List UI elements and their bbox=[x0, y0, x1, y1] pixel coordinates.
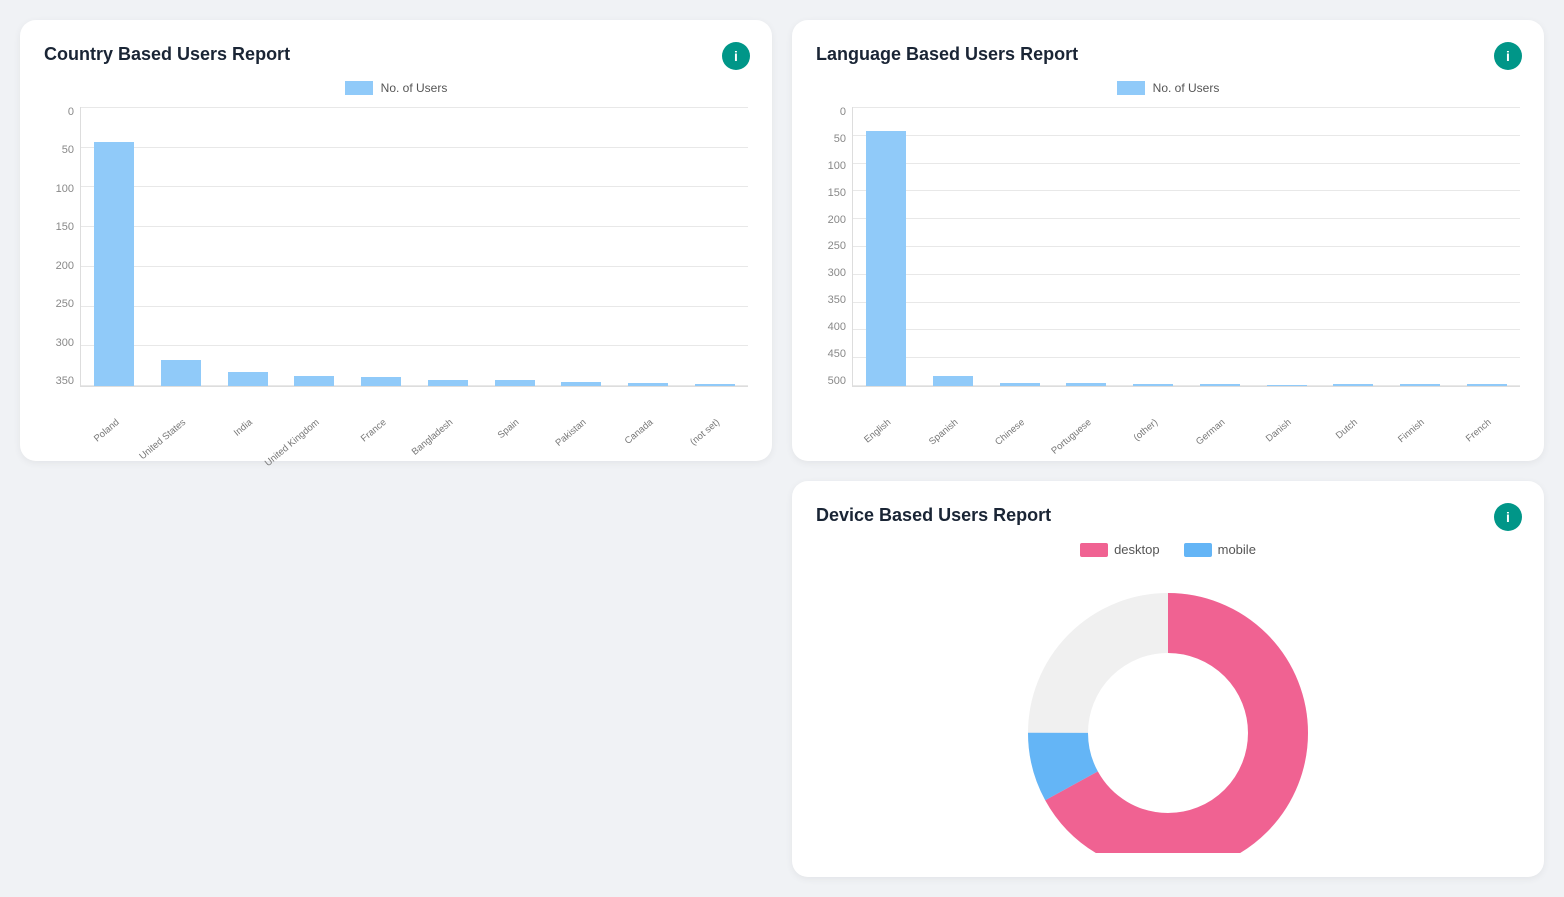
bar bbox=[161, 360, 201, 386]
bar-group: France bbox=[348, 107, 415, 386]
legend-item-mobile: mobile bbox=[1184, 542, 1256, 557]
y-axis-label: 100 bbox=[816, 161, 846, 172]
bar-group: Poland bbox=[81, 107, 148, 386]
country-legend-label: No. of Users bbox=[381, 81, 448, 95]
language-legend-label: No. of Users bbox=[1153, 81, 1220, 95]
mobile-legend-label: mobile bbox=[1218, 542, 1256, 557]
bar bbox=[495, 380, 535, 386]
country-chart-title: Country Based Users Report bbox=[44, 44, 748, 65]
legend-item-desktop: desktop bbox=[1080, 542, 1160, 557]
language-chart-area: No. of Users 500450400350300250200150100… bbox=[816, 81, 1520, 437]
country-info-icon[interactable]: i bbox=[722, 42, 750, 70]
bar-group: Spain bbox=[481, 107, 548, 386]
device-chart-title: Device Based Users Report bbox=[816, 505, 1520, 526]
language-info-icon[interactable]: i bbox=[1494, 42, 1522, 70]
y-axis-label: 250 bbox=[44, 299, 74, 310]
bar bbox=[1066, 383, 1106, 386]
y-axis-label: 150 bbox=[816, 188, 846, 199]
y-axis-label: 250 bbox=[816, 241, 846, 252]
bar bbox=[1467, 384, 1507, 386]
language-legend: No. of Users bbox=[816, 81, 1520, 95]
y-axis-label: 350 bbox=[44, 376, 74, 387]
bar-group: Danish bbox=[1253, 107, 1320, 386]
y-axis-label: 200 bbox=[44, 261, 74, 272]
bar bbox=[561, 382, 601, 386]
bar-group: Pakistan bbox=[548, 107, 615, 386]
desktop-legend-dot bbox=[1080, 543, 1108, 557]
country-bars-container: PolandUnited StatesIndiaUnited KingdomFr… bbox=[80, 107, 748, 387]
bar bbox=[361, 377, 401, 386]
desktop-legend-label: desktop bbox=[1114, 542, 1160, 557]
y-axis-label: 400 bbox=[816, 322, 846, 333]
bar-group: United Kingdom bbox=[281, 107, 348, 386]
bar bbox=[1333, 384, 1373, 386]
bar bbox=[294, 376, 334, 386]
bar-group: Canada bbox=[615, 107, 682, 386]
language-chart-title: Language Based Users Report bbox=[816, 44, 1520, 65]
country-chart-area: No. of Users 350 300 250 200 150 100 50 0 Polan… bbox=[44, 81, 748, 437]
language-bars-container: EnglishSpanishChinesePortuguese(other)Ge… bbox=[852, 107, 1520, 387]
y-axis-label: 200 bbox=[816, 215, 846, 226]
bar-group: India bbox=[214, 107, 281, 386]
bar bbox=[1200, 384, 1240, 386]
language-chart-card: Language Based Users Report i No. of Use… bbox=[792, 20, 1544, 461]
bar-group: Bangladesh bbox=[415, 107, 482, 386]
bar-group: Dutch bbox=[1320, 107, 1387, 386]
dashboard: Country Based Users Report i No. of User… bbox=[20, 20, 1544, 877]
bar bbox=[1000, 383, 1040, 386]
empty-bottom-left bbox=[20, 481, 772, 877]
bar-group: (other) bbox=[1120, 107, 1187, 386]
y-axis-label: 0 bbox=[44, 107, 74, 118]
y-axis-label: 300 bbox=[816, 268, 846, 279]
bar bbox=[94, 142, 134, 386]
y-axis-label: 150 bbox=[44, 222, 74, 233]
country-y-axis: 350 300 250 200 150 100 50 0 bbox=[44, 107, 74, 387]
y-axis-label: 300 bbox=[44, 338, 74, 349]
device-legend: desktop mobile bbox=[1080, 542, 1256, 557]
y-axis-label: 0 bbox=[816, 107, 846, 118]
language-legend-color bbox=[1117, 81, 1145, 95]
bar-group: (not set) bbox=[681, 107, 748, 386]
bar bbox=[228, 372, 268, 386]
country-legend-color bbox=[345, 81, 373, 95]
bar-group: United States bbox=[148, 107, 215, 386]
country-chart-card: Country Based Users Report i No. of User… bbox=[20, 20, 772, 461]
country-legend: No. of Users bbox=[44, 81, 748, 95]
bar bbox=[1267, 385, 1307, 386]
mobile-legend-dot bbox=[1184, 543, 1212, 557]
bar-group: German bbox=[1187, 107, 1254, 386]
y-axis-label: 500 bbox=[816, 376, 846, 387]
bar bbox=[428, 380, 468, 386]
bar-group: Chinese bbox=[986, 107, 1053, 386]
bar-group: English bbox=[853, 107, 920, 386]
bar bbox=[695, 384, 735, 386]
bar-group: Portuguese bbox=[1053, 107, 1120, 386]
language-y-axis: 500450400350300250200150100500 bbox=[816, 107, 846, 387]
device-donut-container: desktop mobile bbox=[816, 542, 1520, 853]
bar-group: Spanish bbox=[920, 107, 987, 386]
device-info-icon[interactable]: i bbox=[1494, 503, 1522, 531]
y-axis-label: 100 bbox=[44, 184, 74, 195]
bar bbox=[1400, 384, 1440, 386]
y-axis-label: 50 bbox=[816, 134, 846, 145]
bar-group: French bbox=[1453, 107, 1520, 386]
y-axis-label: 450 bbox=[816, 349, 846, 360]
bar-group: Finnish bbox=[1387, 107, 1454, 386]
device-chart-card: Device Based Users Report i desktop mobi… bbox=[792, 481, 1544, 877]
bar bbox=[933, 376, 973, 386]
bar bbox=[628, 383, 668, 386]
y-axis-label: 50 bbox=[44, 145, 74, 156]
y-axis-label: 350 bbox=[816, 295, 846, 306]
bar bbox=[1133, 384, 1173, 386]
donut-chart bbox=[978, 573, 1358, 853]
bar bbox=[866, 131, 906, 386]
